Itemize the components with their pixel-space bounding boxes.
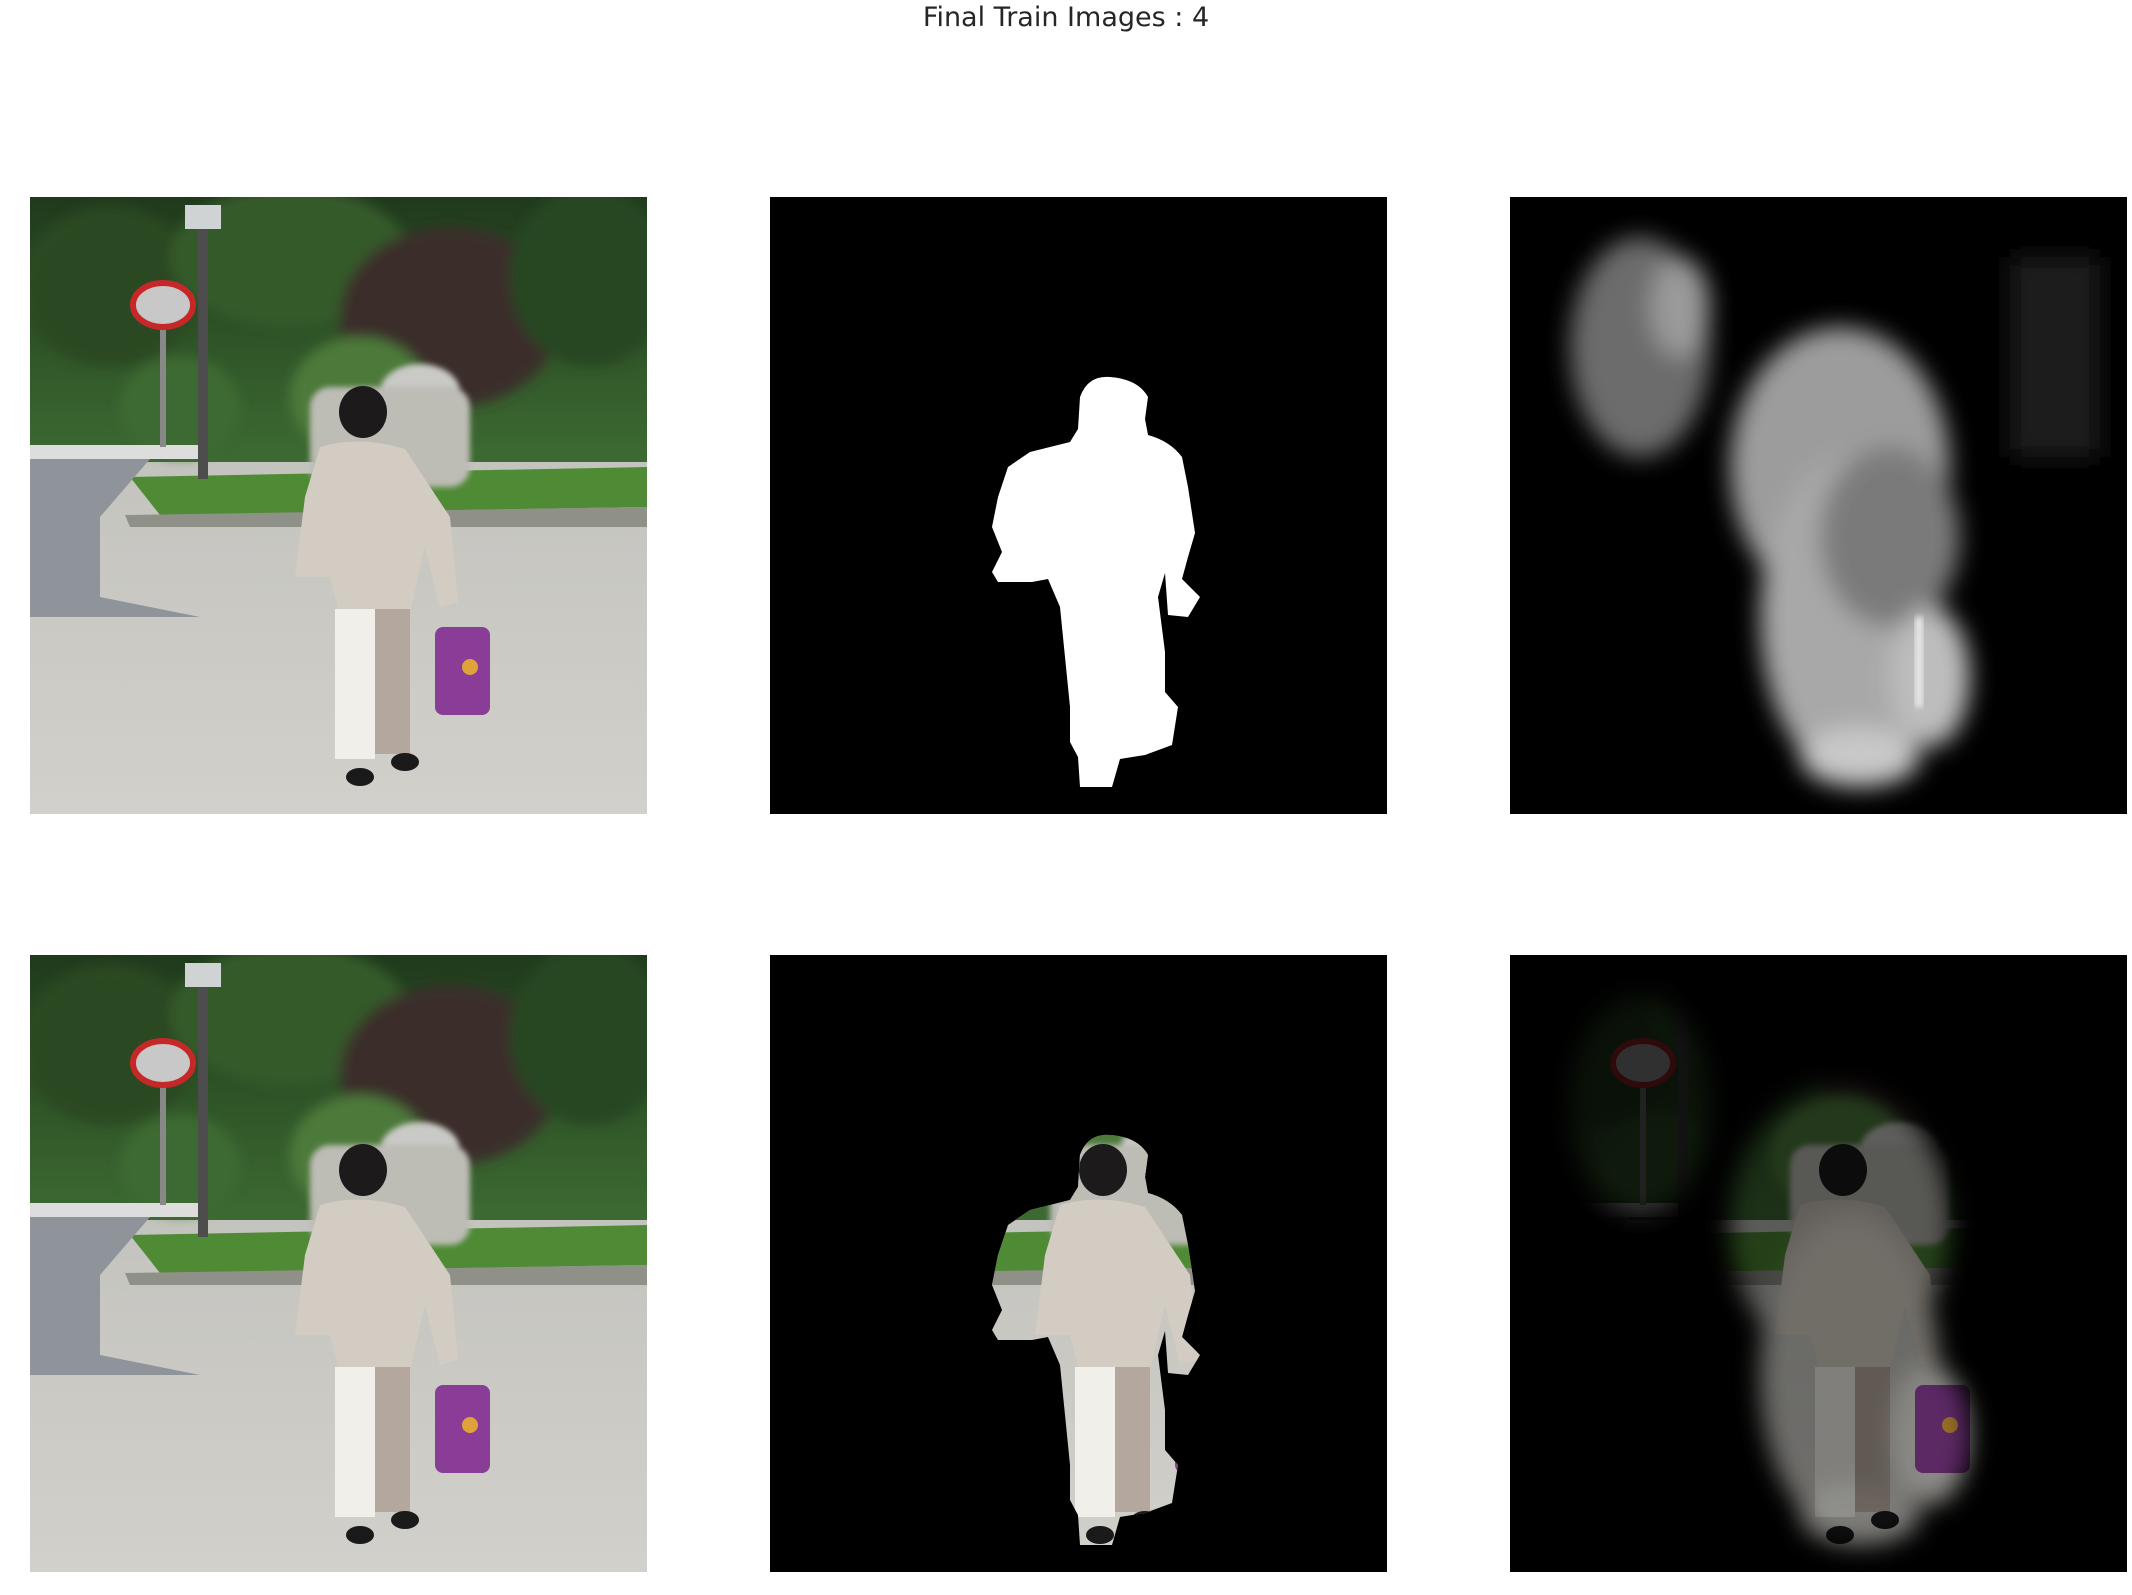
predicted-mask-panel <box>1510 197 2127 814</box>
ground-truth-mask-panel <box>770 197 1387 814</box>
ground-truth-mask <box>770 197 1387 814</box>
masked-ground-truth-panel <box>770 955 1387 1572</box>
input-image-panel-row2 <box>30 955 647 1572</box>
masked-prediction <box>1510 955 2127 1572</box>
predicted-mask <box>1510 197 2127 814</box>
masked-prediction-panel <box>1510 955 2127 1572</box>
input-photo <box>30 197 647 814</box>
input-image-panel-row1 <box>30 197 647 814</box>
figure-title: Final Train Images : 4 <box>922 2 1210 33</box>
input-photo <box>30 955 647 1572</box>
masked-ground-truth <box>770 955 1387 1572</box>
